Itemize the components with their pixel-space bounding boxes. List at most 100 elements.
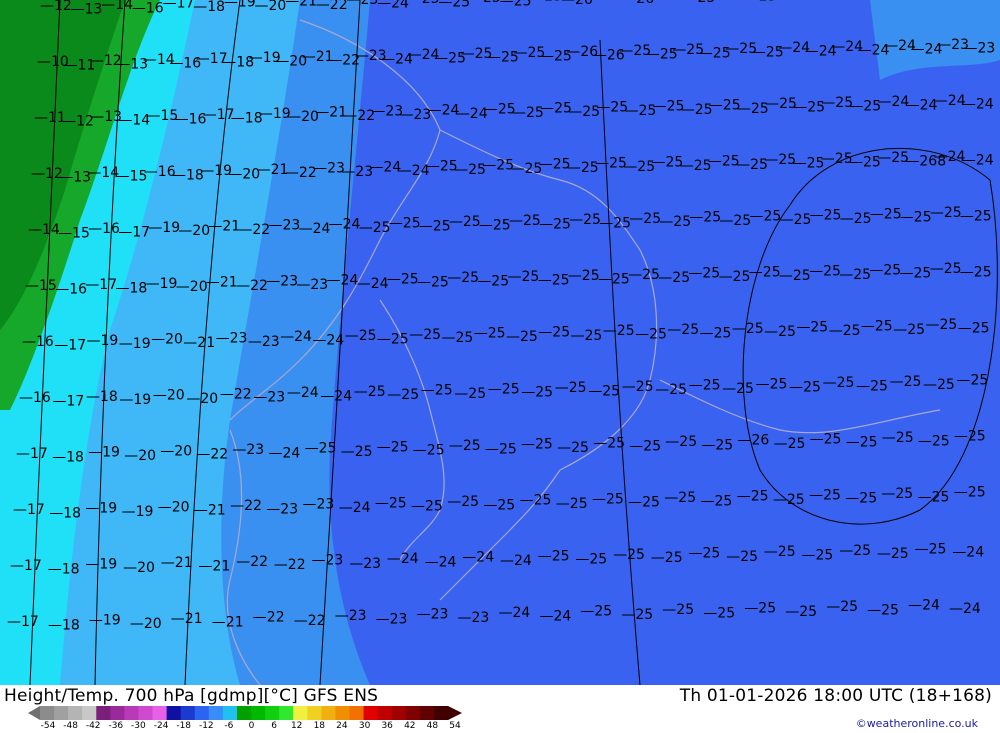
contour-label: —18: [48, 617, 80, 633]
contour-label: —24: [806, 0, 838, 4]
contour-label: —18: [231, 110, 263, 126]
contour-label: —25: [802, 548, 834, 564]
contour-label: —25: [756, 376, 788, 392]
weather-map: —12 —13 —14 —16 —17 —18 —19 —20 —21 —22 —23 —24 —25—…: [0, 0, 1000, 685]
contour-label: —25: [809, 263, 841, 279]
contour-label: —25: [665, 434, 697, 450]
contour-label: —25: [749, 265, 781, 281]
contour-label: —21: [257, 162, 289, 178]
contour-label: —21: [194, 503, 226, 519]
contour-label: —24: [299, 221, 331, 237]
contour-label: —16: [132, 0, 164, 16]
scale-swatch: [110, 706, 125, 720]
contour-label: —25: [926, 317, 958, 333]
contour-label: —24: [934, 149, 966, 165]
contour-label: —25: [681, 102, 713, 118]
contour-label: —25: [890, 374, 922, 390]
contour-label: —25: [511, 161, 543, 177]
contour-label: —25: [764, 324, 796, 340]
contour-label: —25: [635, 327, 667, 343]
contour-label: —25: [845, 491, 877, 507]
contour-label: —20: [160, 443, 192, 459]
scale-swatch: [208, 706, 224, 720]
contour-label: —25: [593, 435, 625, 451]
credit-link[interactable]: ©weatheronline.co.uk: [856, 717, 978, 730]
valid-time: Th 01-01-2026 18:00 UTC (18+168): [679, 686, 992, 706]
contour-label: —20: [151, 332, 183, 348]
contour-label: —25: [701, 493, 733, 509]
contour-label: —25: [877, 546, 909, 562]
contour-label: —25: [774, 436, 806, 452]
contour-label: —25: [449, 438, 481, 454]
contour-label: —23: [400, 107, 432, 123]
contour-label: —25: [568, 268, 600, 284]
scale-swatch: [391, 706, 407, 720]
scale-tick-label: 18: [313, 721, 326, 731]
contour-label: —25: [918, 433, 950, 449]
contour-label: —19: [200, 163, 232, 179]
contour-label: —17: [203, 107, 235, 123]
contour-label: —23: [313, 161, 345, 177]
contour-label: —25: [840, 211, 872, 227]
map-footer: Height/Temp. 700 hPa [gdmp][°C] GFS ENS …: [0, 685, 1000, 733]
contour-label: —18: [193, 0, 225, 15]
contour-label: —21: [285, 0, 317, 9]
contour-label: —23: [371, 104, 403, 120]
contour-label: —25: [839, 267, 871, 283]
contour-label: —25: [538, 272, 570, 288]
contour-label: —25: [918, 489, 950, 505]
contour-label: —22: [294, 613, 326, 629]
contour-label: —24: [867, 0, 899, 2]
contour-label: —25: [413, 443, 445, 459]
contour-label: —25: [595, 155, 627, 171]
contour-label: —15: [25, 278, 57, 294]
contour-label: —17: [85, 277, 117, 293]
contour-label: —25: [809, 487, 841, 503]
contour-label: —20: [123, 560, 155, 576]
contour-label: —25: [477, 274, 509, 290]
contour-label: —25: [785, 604, 817, 620]
contour-label: —25: [408, 0, 440, 7]
contour-label: —25: [613, 547, 645, 563]
contour-label: —20: [158, 499, 190, 515]
contour-label: —25: [484, 102, 516, 118]
contour-label: —25: [923, 377, 955, 393]
contour-label: —20: [153, 388, 185, 404]
contour-label: —24: [280, 329, 312, 345]
contour-label: —25: [488, 381, 520, 397]
scale-tick-label: -30: [131, 721, 146, 731]
contour-label: —25: [658, 270, 690, 286]
contour-label: —24: [312, 333, 344, 349]
contour-label: —23: [347, 0, 379, 8]
scale-swatch: [236, 706, 252, 720]
contour-label: —25: [737, 101, 769, 117]
contour-label: —25: [701, 437, 733, 453]
contour-label: —23: [964, 41, 996, 57]
contour-label: —19: [88, 445, 120, 461]
scale-tick-label: 0: [248, 721, 255, 731]
contour-label: —25: [750, 209, 782, 225]
scale-swatch: [405, 706, 421, 720]
contour-label: —17: [7, 614, 39, 630]
contour-label: —25: [454, 386, 486, 402]
contour-label: —24: [962, 97, 994, 113]
contour-label: —25: [603, 323, 635, 339]
contour-label: —22: [238, 222, 270, 238]
contour-label: —23: [376, 611, 408, 627]
scale-swatch: [307, 706, 322, 720]
contour-label: —25: [930, 261, 962, 277]
contour-label: —25: [539, 157, 571, 173]
contour-label: —25: [556, 496, 588, 512]
contour-label: —25: [419, 219, 451, 235]
contour-label: —25: [839, 543, 871, 559]
contour-label: —25: [714, 0, 746, 1]
contour-label: —25: [567, 160, 599, 176]
contour-label: —25: [387, 387, 419, 403]
contour-label: —25: [954, 429, 986, 445]
contour-label: —25: [483, 497, 515, 513]
contour-label: —25: [703, 605, 735, 621]
contour-label: —25: [540, 101, 572, 117]
contour-label: —24: [500, 553, 532, 569]
contour-label: —25: [521, 437, 553, 453]
contour-label: —25: [810, 431, 842, 447]
